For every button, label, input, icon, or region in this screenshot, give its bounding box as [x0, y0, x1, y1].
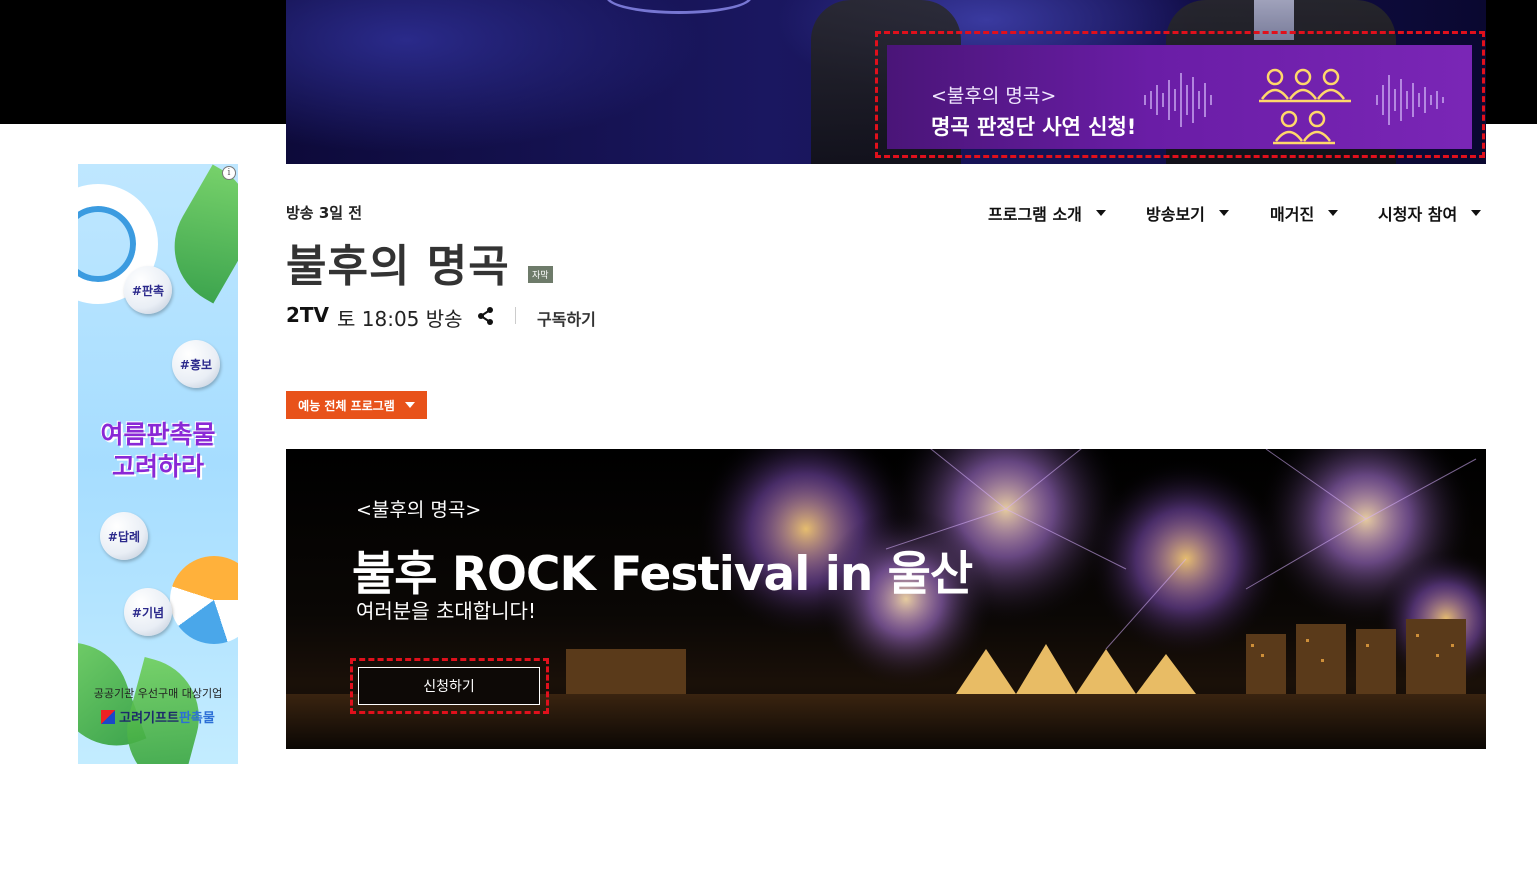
closed-caption-badge: 자막 — [528, 266, 553, 283]
ad-footer-text: 공공기관 우선구매 대상기업 — [93, 687, 223, 700]
broadcast-schedule: 토 18:05 방송 — [337, 307, 463, 331]
festival-subtitle: <불후의 명곡> — [356, 499, 482, 521]
page-title: 불후의 명곡 — [286, 241, 510, 292]
nav-label: 방송보기 — [1146, 205, 1205, 224]
ad-hashtag: #기념 — [124, 588, 172, 636]
festival-banner[interactable]: <불후의 명곡> 불후 ROCK Festival in 울산 여러분을 초대합… — [286, 449, 1486, 749]
nav-watch[interactable]: 방송보기 — [1146, 201, 1229, 225]
side-advertisement[interactable]: i #판촉 #홍보 여름판촉물 고려하라 #답례 #기념 공공기관 우선구매 대… — [78, 164, 238, 764]
dropdown-arrow-icon — [1095, 210, 1106, 216]
nav-program-info[interactable]: 프로그램 소개 — [988, 201, 1106, 225]
festival-apply-button[interactable]: 신청하기 — [358, 667, 540, 705]
stage-ring-decoration — [606, 0, 752, 14]
dropdown-arrow-icon — [1328, 210, 1339, 216]
aired-ago: 방송 3일 전 — [286, 204, 363, 222]
dropdown-arrow-icon — [404, 402, 415, 408]
channel-name: 2TV — [286, 303, 330, 327]
festival-apply-button-highlight[interactable]: 신청하기 — [350, 658, 549, 714]
apply-banner-subtitle: <불후의 명곡> — [931, 85, 1057, 107]
ad-headline-line: 고려하라 — [111, 452, 204, 481]
ad-brand-highlight: 판촉물 — [178, 711, 215, 726]
ad-headline-line: 여름판촉물 — [100, 420, 216, 449]
genre-program-dropdown[interactable]: 예능 전체 프로그램 — [286, 391, 427, 419]
ad-brand-name: 고려기프트 — [119, 711, 179, 726]
ad-headline: 여름판촉물 고려하라 — [78, 419, 238, 483]
nav-magazine[interactable]: 매거진 — [1270, 201, 1339, 225]
judge-application-banner[interactable]: <불후의 명곡> 명곡 판정단 사연 신청! — [875, 31, 1485, 158]
judges-icon — [1259, 68, 1351, 145]
ad-hashtag: #답례 — [100, 512, 148, 560]
festival-description: 여러분을 초대합니다! — [356, 599, 536, 623]
info-icon[interactable]: i — [222, 166, 236, 180]
dropdown-arrow-icon — [1218, 210, 1229, 216]
apply-banner-title: 명곡 판정단 사연 신청! — [931, 115, 1137, 139]
genre-dropdown-label: 예능 전체 프로그램 — [298, 398, 395, 413]
ad-hashtag: #판촉 — [124, 266, 172, 314]
nav-label: 매거진 — [1270, 205, 1315, 224]
share-icon[interactable] — [476, 306, 496, 326]
nav-label: 시청자 참여 — [1378, 205, 1458, 224]
divider — [515, 307, 516, 324]
festival-title: 불후 ROCK Festival in 울산 — [352, 547, 973, 602]
nav-label: 프로그램 소개 — [988, 205, 1082, 224]
dropdown-arrow-icon — [1471, 210, 1482, 216]
ad-hashtag: #홍보 — [172, 340, 220, 388]
ad-brand: 고려기프트판촉물 — [78, 707, 238, 726]
subscribe-button[interactable]: 구독하기 — [537, 306, 596, 330]
beach-ball-decoration — [170, 556, 238, 644]
brand-logo-icon — [101, 710, 116, 724]
nav-viewer-participation[interactable]: 시청자 참여 — [1378, 201, 1482, 225]
